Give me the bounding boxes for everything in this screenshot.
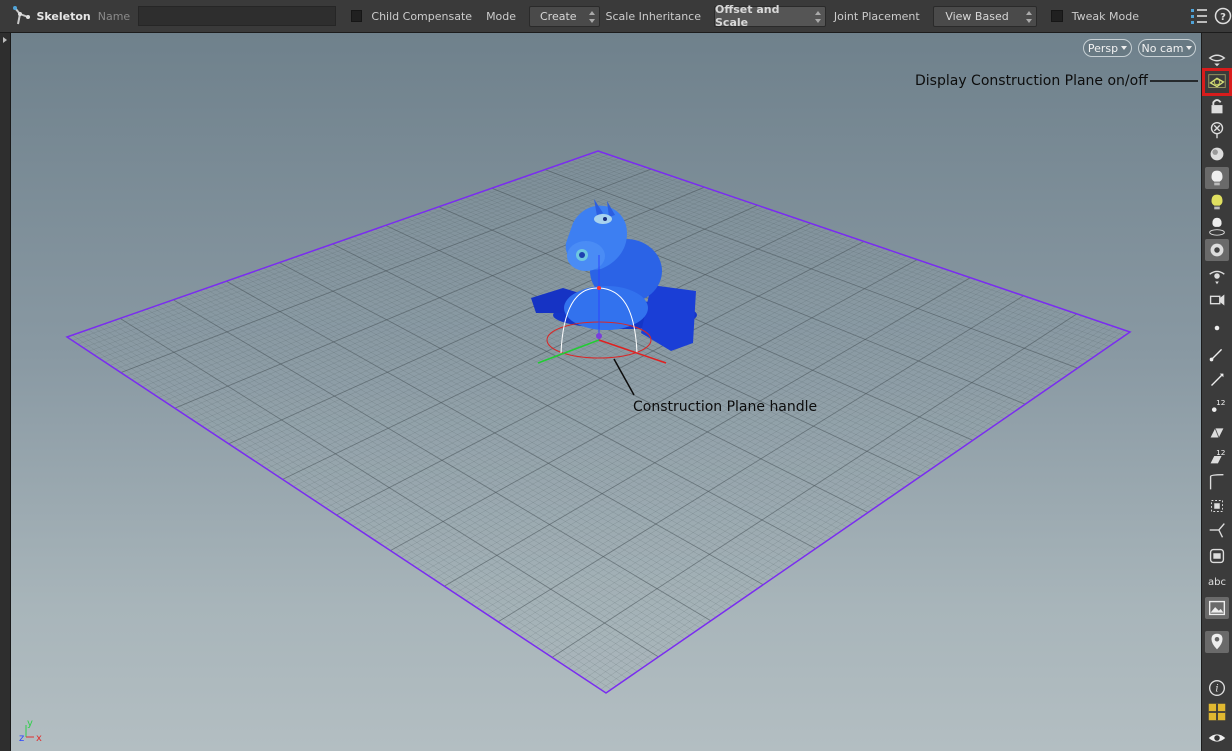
tool-title: Skeleton <box>36 9 91 23</box>
headlight-icon[interactable] <box>1205 191 1229 213</box>
scale-inheritance-label: Scale Inheritance <box>605 9 701 23</box>
display-guides-icon[interactable] <box>1205 265 1229 287</box>
svg-text:12: 12 <box>1216 398 1225 407</box>
pin-icon[interactable] <box>1205 631 1229 653</box>
hide-other-icon[interactable] <box>1205 545 1229 567</box>
axis-z-label: z <box>19 733 24 744</box>
left-collapse-strip[interactable] <box>0 33 11 751</box>
shading-icon[interactable] <box>1205 143 1229 165</box>
axis-y-label: y <box>27 718 33 729</box>
display-options-toolbar: 12 12 abc i <box>1201 33 1232 751</box>
svg-text:i: i <box>1215 684 1218 695</box>
construction-plane-toggle-annotation: Display Construction Plane on/off <box>915 73 1148 89</box>
spinner-arrows-icon <box>814 10 822 24</box>
snap-icon[interactable] <box>1205 119 1229 141</box>
vector-icon[interactable] <box>1205 519 1229 541</box>
scale-inheritance-value: Offset and Scale <box>715 3 780 29</box>
mode-value: Create <box>540 9 577 23</box>
edges-icon[interactable] <box>1205 421 1229 443</box>
spinner-arrows-icon <box>588 10 596 24</box>
display-options-icon[interactable] <box>1205 47 1229 69</box>
text-icon[interactable]: abc <box>1205 571 1229 593</box>
child-compensate-checkbox[interactable] <box>351 10 363 22</box>
dropdown-caret-icon <box>1186 46 1193 50</box>
child-compensate-label: Child Compensate <box>371 9 473 23</box>
joint-placement-label: Joint Placement <box>833 9 920 23</box>
tweak-mode-checkbox[interactable] <box>1051 10 1063 22</box>
svg-text:?: ? <box>1220 12 1226 23</box>
points-icon[interactable] <box>1205 317 1229 339</box>
dropdown-caret-icon <box>1121 46 1128 50</box>
construction-plane-handle-annotation: Construction Plane handle <box>633 399 818 415</box>
joint-placement-dropdown[interactable]: View Based <box>932 5 1038 27</box>
camera-select-label: No cam <box>1141 41 1184 55</box>
mode-dropdown[interactable]: Create <box>529 5 600 27</box>
primitive-normals-icon[interactable] <box>1205 369 1229 391</box>
name-field[interactable] <box>138 6 336 26</box>
normals-icon[interactable] <box>1205 343 1229 365</box>
scene-canvas: y z x <box>19 80 1198 744</box>
skeleton-tool-icon <box>10 3 34 29</box>
camera-icon[interactable] <box>1205 239 1229 261</box>
scene-viewport[interactable]: y z x Persp No cam Display Construction … <box>11 33 1201 751</box>
point-numbers-icon[interactable]: 12 <box>1205 395 1229 417</box>
info-icon[interactable]: i <box>1205 677 1229 699</box>
mode-label: Mode <box>486 9 517 23</box>
camera-view-menu[interactable]: Persp <box>1083 39 1132 57</box>
name-label: Name <box>97 9 131 23</box>
construction-plane-icon[interactable] <box>1202 68 1232 96</box>
svg-text:12: 12 <box>1216 448 1225 457</box>
bounding-box-icon[interactable] <box>1205 495 1229 517</box>
lock-camera-icon[interactable] <box>1205 95 1229 117</box>
help-icon[interactable]: ? <box>1214 7 1232 25</box>
visibility-icon[interactable] <box>1205 727 1229 749</box>
point-light-icon[interactable] <box>1205 215 1229 237</box>
background-image-icon[interactable] <box>1205 597 1229 619</box>
layout-icon[interactable] <box>1205 701 1229 723</box>
light-icon[interactable] <box>1205 167 1229 189</box>
expand-arrow-icon[interactable] <box>3 37 7 43</box>
display-handles-icon[interactable] <box>1205 289 1229 311</box>
axis-gizmo: y z x <box>19 718 42 744</box>
joint-placement-value: View Based <box>945 9 1009 23</box>
toolbar-options-icon[interactable] <box>1189 5 1209 27</box>
scale-inheritance-dropdown[interactable]: Offset and Scale <box>714 3 826 29</box>
text-icon-label: abc <box>1208 576 1226 588</box>
primitive-numbers-icon[interactable]: 12 <box>1205 445 1229 467</box>
curve-icon[interactable] <box>1205 471 1229 493</box>
tool-options-toolbar: Skeleton Name Child Compensate Mode Crea… <box>0 0 1232 33</box>
tweak-mode-label: Tweak Mode <box>1071 9 1139 23</box>
axis-x-label: x <box>36 733 42 744</box>
camera-view-label: Persp <box>1087 41 1119 55</box>
camera-select-menu[interactable]: No cam <box>1138 39 1196 57</box>
spinner-arrows-icon <box>1026 10 1033 24</box>
